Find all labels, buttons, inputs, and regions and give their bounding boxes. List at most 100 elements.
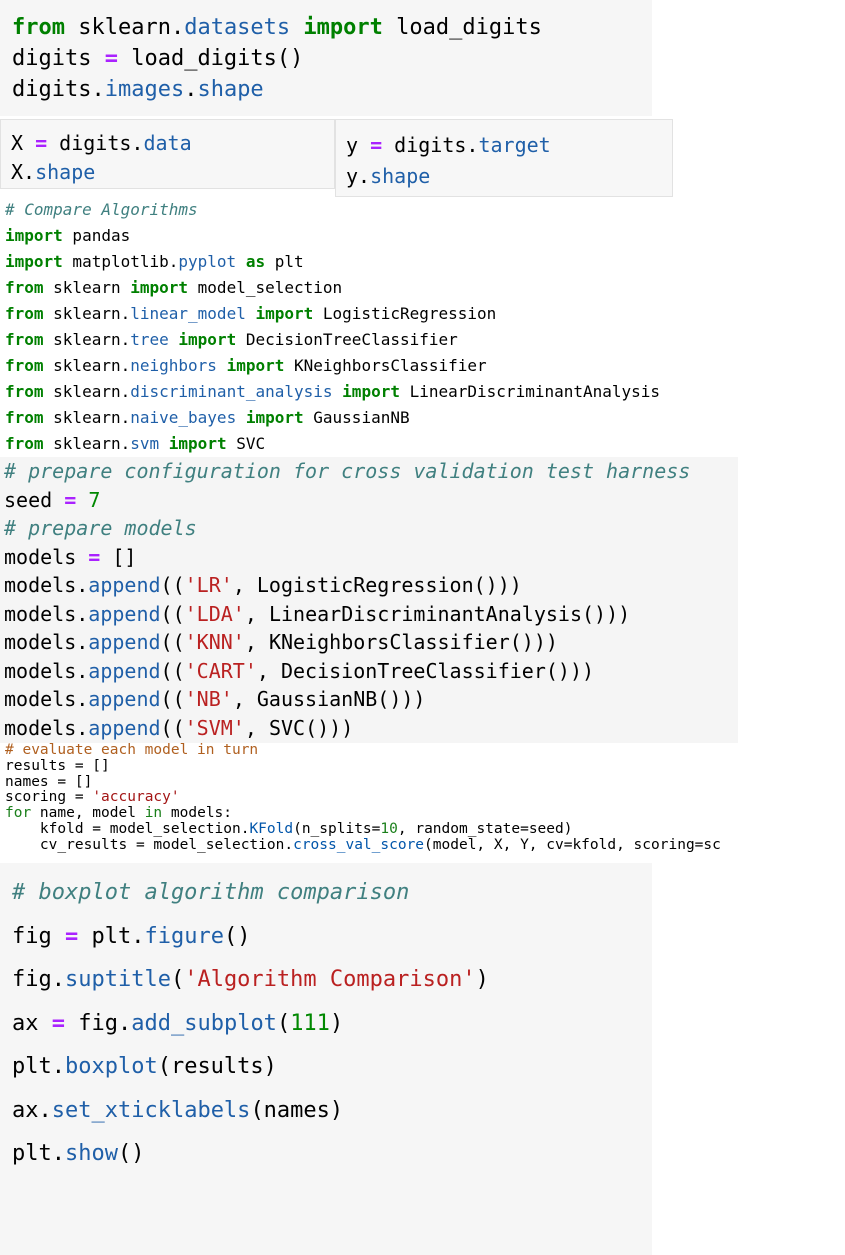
code-line: names = [] (5, 774, 845, 791)
code-token: (( (160, 658, 185, 683)
code-line: scoring = 'accuracy' (5, 789, 845, 806)
code-token: digits. (382, 133, 479, 157)
code-token: results = [] (5, 757, 110, 774)
code-token: , DecisionTreeClassifier())) (256, 658, 595, 683)
code-line: models.append(('KNN', KNeighborsClassifi… (4, 628, 738, 657)
code-token: sklearn. (43, 434, 131, 453)
code-token: = (64, 487, 77, 512)
code-token: models: (162, 805, 233, 822)
code-token: import (130, 278, 189, 297)
code-token: 'LDA' (184, 601, 245, 626)
code-line: from sklearn.naive_bayes import Gaussian… (5, 405, 800, 431)
code-token: from (5, 304, 44, 323)
code-token: shape (197, 77, 264, 102)
code-token: ax (12, 1010, 52, 1036)
code-line: # prepare models (4, 514, 738, 543)
code-token: . (184, 77, 198, 102)
code-token: models. (4, 601, 89, 626)
code-line: plt.show() (12, 1132, 652, 1176)
code-token: GaussianNB (303, 408, 410, 427)
code-token: = (64, 923, 79, 949)
code-token: () (223, 923, 251, 949)
code-line: from sklearn.datasets import load_digits (12, 12, 652, 43)
code-token: models. (4, 687, 89, 711)
code-token: , LogisticRegression())) (232, 573, 522, 597)
code-block[interactable]: X = digits.data X.shape (11, 129, 334, 187)
code-cell-imports[interactable]: # Compare Algorithms import pandas import … (0, 197, 800, 459)
code-token: figure (144, 923, 224, 949)
code-token: (( (160, 715, 185, 740)
code-block[interactable]: y = digits.target y.shape (346, 130, 672, 192)
code-line: from sklearn.linear_model import Logisti… (5, 301, 800, 327)
code-cell-evaluate-models[interactable]: # evaluate each model in turn results = [… (0, 743, 845, 854)
code-token: X (11, 131, 36, 155)
code-token: seed (4, 487, 65, 512)
code-token: , LinearDiscriminantAnalysis())) (244, 601, 631, 626)
code-token: pyplot (178, 252, 237, 271)
code-token: () (117, 1141, 145, 1166)
code-token: y (346, 133, 371, 157)
code-token: cv_results = model_selection. (5, 836, 294, 853)
code-token: sklearn. (43, 408, 131, 427)
code-block[interactable]: # boxplot algorithm comparison fig = plt.… (12, 871, 652, 1176)
code-token: X. (11, 160, 36, 184)
code-token: # evaluate each model in turn (5, 743, 259, 758)
code-token: append (88, 601, 161, 626)
code-block[interactable]: # Compare Algorithms import pandas import … (5, 197, 800, 457)
code-token: fig. (12, 967, 65, 992)
code-line: cv_results = model_selection.cross_val_s… (5, 836, 845, 854)
code-token: 'SVM' (184, 715, 245, 740)
code-line: models.append(('CART', DecisionTreeClass… (4, 657, 738, 686)
code-token: # prepare configuration for cross valida… (4, 459, 691, 483)
code-token: svm (130, 434, 160, 453)
code-token: models. (4, 630, 89, 654)
code-line: X.shape (11, 158, 334, 187)
code-line: from sklearn import model_selection (5, 275, 800, 301)
code-token: sklearn (43, 278, 131, 297)
code-token: # boxplot algorithm comparison (12, 880, 410, 905)
code-token: import (303, 15, 383, 40)
code-line: models.append(('NB', GaussianNB())) (4, 685, 738, 714)
code-line: import pandas (5, 223, 800, 249)
code-cell-boxplot[interactable]: # boxplot algorithm comparison fig = plt.… (0, 863, 652, 1255)
code-cell-y-target[interactable]: y = digits.target y.shape (335, 119, 673, 197)
code-token: plt. (78, 923, 145, 949)
code-token: name, model (31, 805, 145, 822)
code-token: results. (5, 853, 110, 854)
code-token: KNeighborsClassifier (284, 356, 487, 375)
code-line: results = [] (5, 757, 845, 775)
code-token: from (5, 434, 44, 453)
code-block[interactable]: # prepare configuration for cross valida… (4, 457, 738, 742)
code-cell-load-digits[interactable]: from sklearn.datasets import load_digits… (0, 0, 652, 116)
code-line: import matplotlib.pyplot as plt (5, 249, 800, 275)
code-token: cross_val_score (293, 836, 425, 853)
code-token: load_digits (382, 15, 542, 40)
code-token: sklearn. (43, 304, 131, 323)
code-token: images (104, 77, 185, 102)
code-token: import (178, 330, 237, 349)
code-line: seed = 7 (4, 486, 738, 515)
code-cell-prepare-models[interactable]: # prepare configuration for cross valida… (0, 457, 738, 743)
code-line: from sklearn.discriminant_analysis impor… (5, 379, 800, 405)
code-token: , random_state=seed) (397, 820, 573, 837)
code-token: 'CART' (184, 658, 257, 683)
code-line: y.shape (346, 161, 672, 192)
code-block[interactable]: # evaluate each model in turn results = [… (5, 743, 845, 854)
code-token: append (88, 715, 161, 740)
code-token: , SVC())) (244, 715, 354, 740)
code-token: from (12, 15, 65, 40)
code-token: suptitle (64, 967, 171, 992)
code-token: (( (160, 687, 185, 711)
code-token: matplotlib. (62, 252, 179, 271)
code-token: import (245, 408, 304, 427)
code-cell-x-data[interactable]: X = digits.data X.shape (0, 119, 335, 189)
code-token: 'Algorithm Comparison' (184, 967, 476, 992)
code-token: append (110, 853, 162, 854)
code-line: plt.boxplot(results) (12, 1045, 652, 1089)
code-token: y. (346, 164, 371, 188)
code-block[interactable]: from sklearn.datasets import load_digits… (12, 12, 652, 105)
code-line: models.append(('SVM', SVC())) (4, 714, 738, 743)
code-token: models. (4, 658, 89, 683)
code-token: scoring = (5, 789, 93, 806)
